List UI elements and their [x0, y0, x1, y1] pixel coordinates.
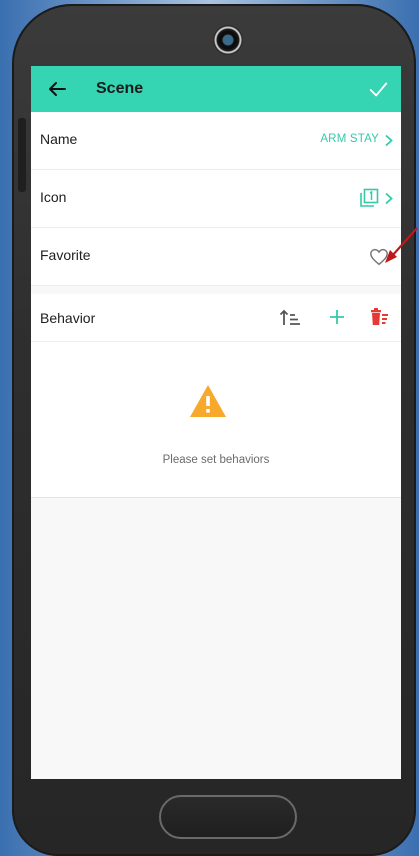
- camera-lens: [213, 25, 243, 55]
- page-title: Scene: [96, 80, 144, 97]
- scene-icon: [360, 188, 379, 207]
- icon-row[interactable]: Icon: [31, 170, 401, 228]
- empty-state: Please set behaviors: [31, 342, 401, 498]
- warning-icon: [190, 385, 226, 417]
- empty-state-message: Please set behaviors: [162, 454, 270, 466]
- confirm-check-icon[interactable]: [367, 78, 389, 100]
- annotation-arrow-icon: [385, 227, 418, 263]
- side-button: [18, 118, 26, 192]
- add-icon[interactable]: [327, 307, 347, 327]
- icon-label: Icon: [40, 189, 67, 205]
- name-row[interactable]: Name ARM STAY: [31, 112, 401, 170]
- back-arrow-icon[interactable]: [45, 77, 69, 101]
- behavior-header: Behavior: [31, 294, 401, 342]
- name-value: ARM STAY: [320, 133, 379, 145]
- delete-icon[interactable]: [368, 306, 390, 328]
- chevron-right-icon: [385, 192, 393, 205]
- home-button[interactable]: [159, 795, 297, 839]
- favorite-row: Favorite: [31, 228, 401, 286]
- app-bar: Scene: [31, 66, 401, 112]
- sort-icon[interactable]: [279, 307, 301, 329]
- app-screen: Scene Name ARM STAY Icon Favorite Behavi…: [31, 66, 401, 779]
- name-label: Name: [40, 131, 78, 147]
- chevron-right-icon: [385, 134, 393, 147]
- favorite-label: Favorite: [40, 247, 91, 263]
- behavior-label: Behavior: [40, 310, 96, 326]
